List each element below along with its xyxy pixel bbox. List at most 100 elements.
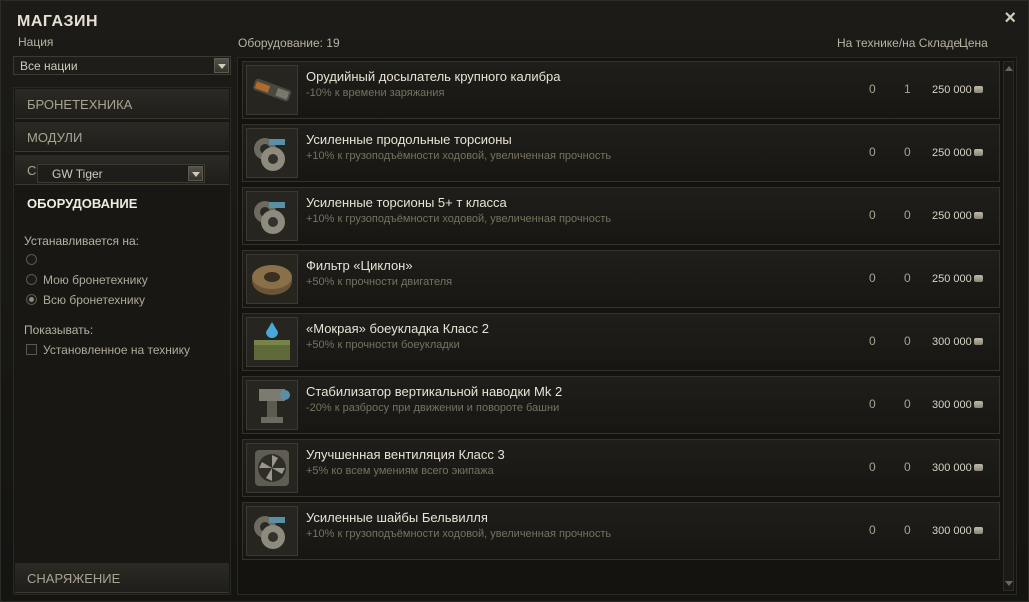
checkbox[interactable]	[26, 344, 37, 355]
radio-button-selected[interactable]	[26, 294, 37, 305]
item-name: Усиленные торсионы 5+ т класса	[306, 195, 507, 210]
nation-label: Нация	[18, 35, 54, 49]
radio-tank[interactable]	[26, 253, 43, 267]
on-vehicle-count: 0	[869, 82, 876, 96]
nation-dropdown[interactable]: Все нации	[13, 56, 231, 75]
scroll-down-icon[interactable]	[1005, 581, 1013, 586]
shop-window: МАГАЗИН × Нация Все нации Оборудование: …	[0, 0, 1029, 602]
chevron-down-icon[interactable]	[188, 166, 203, 181]
equipment-row[interactable]: Стабилизатор вертикальной наводки Mk 2 -2…	[242, 376, 1000, 434]
tank-dropdown[interactable]: GW Tiger	[37, 164, 205, 183]
equipment-list: Орудийный досылатель крупного калибра -10…	[237, 57, 1017, 595]
equipment-row[interactable]: «Мокрая» боеукладка Класс 2 +50% к прочно…	[242, 313, 1000, 371]
on-vehicle-count: 0	[869, 145, 876, 159]
price-value: 250 000	[932, 84, 972, 96]
item-description: -10% к времени заряжания	[306, 87, 445, 99]
item-price: 250 000	[932, 147, 983, 159]
item-name: Усиленные шайбы Бельвилля	[306, 510, 488, 525]
sidebar-item-modules[interactable]: МОДУЛИ	[15, 122, 229, 152]
item-price: 250 000	[932, 273, 983, 285]
on-vehicle-count: 0	[869, 523, 876, 537]
item-description: +5% ко всем умениям всего экипажа	[306, 465, 494, 477]
radio-my-label: Мою бронетехнику	[43, 273, 148, 287]
in-stock-count: 0	[904, 334, 911, 348]
on-vehicle-count: 0	[869, 397, 876, 411]
wet-ammo-rack-icon	[246, 317, 298, 367]
item-description: +10% к грузоподъёмности ходовой, увеличе…	[306, 528, 612, 540]
on-vehicle-count: 0	[869, 334, 876, 348]
item-name: Стабилизатор вертикальной наводки Mk 2	[306, 384, 563, 399]
column-header-vehicle-stock: На технике/на Складе	[837, 36, 961, 50]
item-price: 300 000	[932, 525, 983, 537]
item-name: «Мокрая» боеукладка Класс 2	[306, 321, 490, 336]
checkbox-installed[interactable]: Установленное на технику	[26, 343, 190, 357]
price-value: 300 000	[932, 462, 972, 474]
window-title: МАГАЗИН	[17, 13, 99, 30]
chevron-down-icon[interactable]	[214, 58, 229, 73]
item-price: 300 000	[932, 336, 983, 348]
radio-button[interactable]	[26, 274, 37, 285]
item-name: Улучшенная вентиляция Класс 3	[306, 447, 505, 462]
nation-dropdown-value: Все нации	[20, 59, 78, 73]
on-vehicle-count: 0	[869, 208, 876, 222]
scroll-up-icon[interactable]	[1005, 66, 1013, 71]
item-name: Фильтр «Циклон»	[306, 258, 413, 273]
price-value: 250 000	[932, 210, 972, 222]
on-vehicle-count: 0	[869, 460, 876, 474]
item-description: +10% к грузоподъёмности ходовой, увеличе…	[306, 150, 612, 162]
item-price: 300 000	[932, 462, 983, 474]
tank-dropdown-value: GW Tiger	[52, 167, 103, 181]
price-value: 250 000	[932, 147, 972, 159]
credits-icon	[973, 464, 983, 471]
equipment-count: Оборудование: 19	[238, 36, 340, 50]
ventilation-icon	[246, 443, 298, 493]
credits-icon	[973, 86, 983, 93]
item-description: -20% к разбросу при движении и повороте …	[306, 402, 560, 414]
credits-icon	[973, 401, 983, 408]
show-label: Показывать:	[24, 323, 94, 337]
on-vehicle-count: 0	[869, 271, 876, 285]
item-description: +50% к прочности боеукладки	[306, 339, 460, 351]
item-price: 250 000	[932, 84, 983, 96]
price-value: 300 000	[932, 525, 972, 537]
in-stock-count: 0	[904, 397, 911, 411]
in-stock-count: 0	[904, 523, 911, 537]
radio-all-label: Всю бронетехнику	[43, 293, 145, 307]
equipment-row[interactable]: Орудийный досылатель крупного калибра -10…	[242, 61, 1000, 119]
credits-icon	[973, 527, 983, 534]
in-stock-count: 1	[904, 82, 911, 96]
equipment-row[interactable]: Усиленные шайбы Бельвилля +10% к грузопод…	[242, 502, 1000, 560]
column-header-price: Цена	[959, 36, 988, 50]
in-stock-count: 0	[904, 271, 911, 285]
credits-icon	[973, 212, 983, 219]
equipment-row[interactable]: Усиленные продольные торсионы +10% к груз…	[242, 124, 1000, 182]
item-name: Усиленные продольные торсионы	[306, 132, 512, 147]
item-description: +50% к прочности двигателя	[306, 276, 453, 288]
in-stock-count: 0	[904, 208, 911, 222]
equipment-row[interactable]: Фильтр «Циклон» +50% к прочности двигател…	[242, 250, 1000, 308]
price-value: 300 000	[932, 399, 972, 411]
radio-all-vehicles[interactable]: Всю бронетехнику	[26, 293, 145, 307]
install-on-label: Устанавливается на:	[24, 234, 139, 248]
item-price: 300 000	[932, 399, 983, 411]
sidebar-item-equipment[interactable]: ОБОРУДОВАНИЕ	[15, 188, 229, 218]
sidebar-item-consumables[interactable]: СНАРЯЖЕНИЕ	[15, 563, 229, 593]
item-description: +10% к грузоподъёмности ходовой, увеличе…	[306, 213, 612, 225]
belleville-springs-icon	[246, 506, 298, 556]
item-name: Орудийный досылатель крупного калибра	[306, 69, 561, 84]
close-icon[interactable]: ×	[1004, 7, 1016, 30]
sidebar-item-vehicles[interactable]: БРОНЕТЕХНИКА	[15, 89, 229, 119]
scrollbar[interactable]	[1003, 61, 1014, 591]
equipment-row[interactable]: Усиленные торсионы 5+ т класса +10% к гру…	[242, 187, 1000, 245]
checkbox-installed-label: Установленное на технику	[43, 343, 190, 357]
radio-my-vehicles[interactable]: Мою бронетехнику	[26, 273, 148, 287]
torsion-bars-icon	[246, 128, 298, 178]
equipment-row[interactable]: Улучшенная вентиляция Класс 3 +5% ко всем…	[242, 439, 1000, 497]
credits-icon	[973, 275, 983, 282]
price-value: 300 000	[932, 336, 972, 348]
radio-button[interactable]	[26, 254, 37, 265]
cyclone-filter-icon	[246, 254, 298, 304]
credits-icon	[973, 149, 983, 156]
rammer-icon	[246, 65, 298, 115]
item-price: 250 000	[932, 210, 983, 222]
